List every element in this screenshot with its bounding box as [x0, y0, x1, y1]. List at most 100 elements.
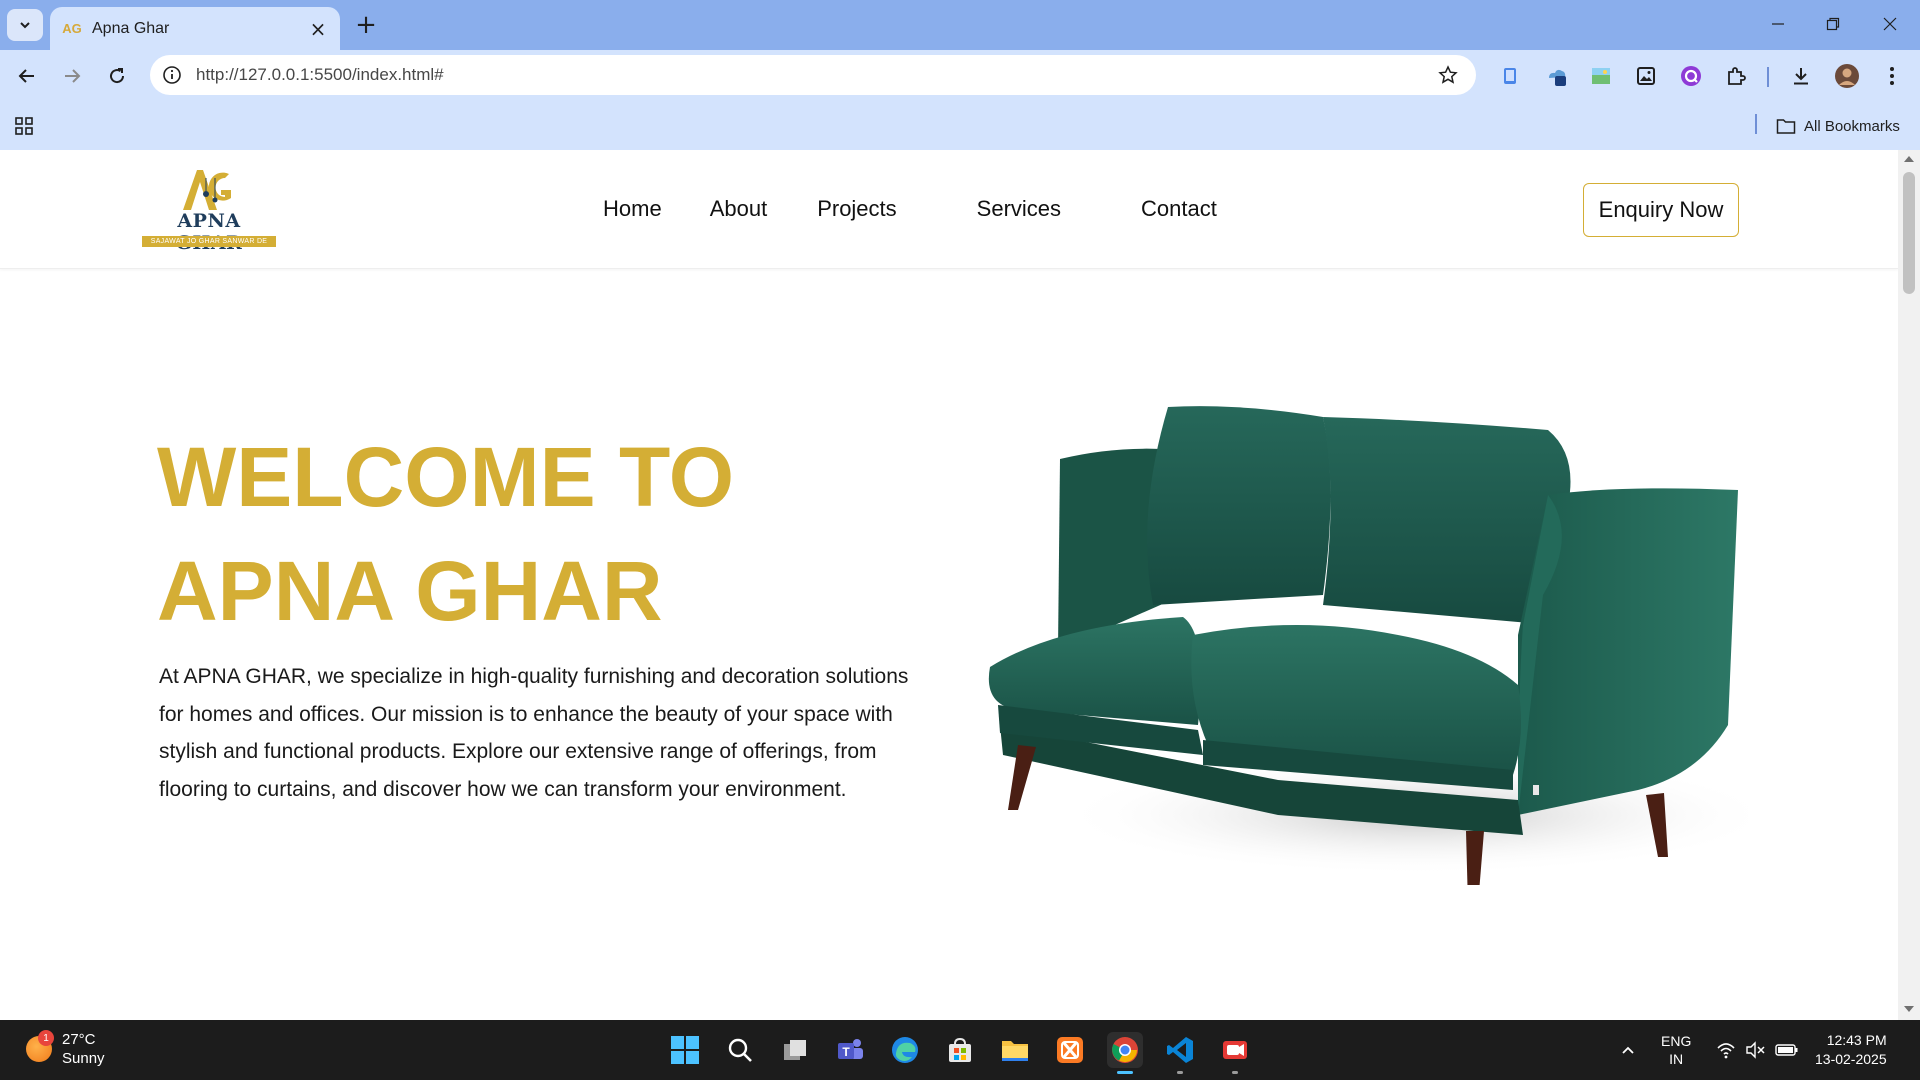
- bookmark-star-icon[interactable]: [1434, 61, 1462, 89]
- windows-logo-icon: [671, 1036, 699, 1064]
- hero-paragraph: At APNA GHAR, we specialize in high-qual…: [159, 665, 909, 801]
- nav-link-contact[interactable]: Contact: [1141, 196, 1217, 222]
- close-tab-icon[interactable]: ×: [308, 17, 328, 41]
- reload-button[interactable]: [100, 59, 134, 93]
- extension-purple-q-icon[interactable]: [1677, 62, 1705, 90]
- nav-link-about[interactable]: About: [710, 196, 768, 222]
- main-navigation: Home About Projects Services Contact: [603, 196, 1217, 222]
- svg-text:T: T: [842, 1045, 850, 1059]
- tab-search-button[interactable]: [7, 9, 43, 41]
- site-logo[interactable]: APNA GHAR SAJAWAT JO GHAR SANWAR DE: [141, 164, 277, 254]
- file-explorer-app[interactable]: [997, 1032, 1033, 1068]
- logo-name: APNA GHAR: [176, 210, 242, 254]
- sofa-image: [988, 406, 1748, 885]
- store-app[interactable]: [942, 1032, 978, 1068]
- extension-image-icon[interactable]: [1587, 62, 1615, 90]
- battery-icon[interactable]: [1775, 1020, 1799, 1080]
- hero-title: WELCOME TO APNA GHAR: [157, 420, 734, 648]
- language-indicator[interactable]: ENG IN: [1661, 1020, 1691, 1080]
- edge-icon: [892, 1037, 918, 1063]
- bookmarks-bar: All Bookmarks: [0, 100, 1920, 150]
- language-code: ENG: [1661, 1033, 1692, 1049]
- store-icon: [949, 1037, 971, 1062]
- favicon-icon: AG: [62, 21, 82, 36]
- xampp-app[interactable]: [1052, 1032, 1088, 1068]
- scroll-down-arrow-icon[interactable]: [1904, 1006, 1914, 1012]
- show-hidden-icons-button[interactable]: [1620, 1020, 1636, 1080]
- chevron-up-icon: [1622, 1046, 1634, 1054]
- running-app-indicator: [1177, 1071, 1183, 1074]
- search-icon: [728, 1038, 752, 1062]
- extension-cloud-icon[interactable]: [1543, 62, 1571, 90]
- weather-widget[interactable]: 1 27°C Sunny: [26, 1030, 105, 1068]
- extension-photo-icon[interactable]: [1632, 62, 1660, 90]
- task-view-icon: [784, 1040, 806, 1060]
- bookmarks-divider: [1755, 114, 1757, 134]
- page-scrollbar[interactable]: [1898, 150, 1920, 1020]
- extension-phone-icon[interactable]: [1496, 62, 1524, 90]
- nav-link-services[interactable]: Services: [977, 196, 1061, 222]
- logo-monogram-icon: [183, 170, 231, 210]
- downloads-icon[interactable]: [1787, 62, 1815, 90]
- clock-date: 13-02-2025: [1815, 1051, 1887, 1067]
- all-bookmarks-label: All Bookmarks: [1804, 117, 1900, 135]
- extensions-puzzle-icon[interactable]: [1722, 62, 1750, 90]
- teams-icon: T: [838, 1039, 863, 1059]
- active-app-indicator: [1117, 1071, 1133, 1074]
- scrollbar-thumb[interactable]: [1903, 172, 1915, 294]
- volume-muted-icon[interactable]: [1745, 1020, 1765, 1080]
- weather-desc: Sunny: [62, 1050, 105, 1067]
- start-button[interactable]: [667, 1032, 703, 1068]
- url-text[interactable]: http://127.0.0.1:5500/index.html#: [196, 65, 1434, 85]
- screen-recorder-app[interactable]: [1217, 1032, 1253, 1074]
- apps-grid-icon[interactable]: [12, 114, 36, 138]
- wifi-icon[interactable]: [1716, 1020, 1736, 1080]
- teams-app[interactable]: T: [832, 1032, 868, 1068]
- arrow-right-icon: [65, 69, 81, 83]
- task-view-button[interactable]: [777, 1032, 813, 1068]
- clock-time: 12:43 PM: [1826, 1032, 1887, 1048]
- sun-icon: 1: [26, 1030, 54, 1062]
- chrome-icon: [1112, 1037, 1138, 1063]
- nav-link-home[interactable]: Home: [603, 196, 662, 222]
- restore-button[interactable]: [1815, 8, 1851, 40]
- scroll-up-arrow-icon[interactable]: [1904, 156, 1914, 162]
- profile-avatar[interactable]: [1833, 62, 1861, 90]
- vscode-icon: [1167, 1037, 1193, 1063]
- site-info-icon[interactable]: [160, 63, 184, 87]
- browser-titlebar: AG Apna Ghar × +: [0, 0, 1920, 50]
- close-window-button[interactable]: [1872, 8, 1908, 40]
- folder-icon: [1776, 119, 1796, 134]
- hero-title-line2: APNA GHAR: [157, 544, 663, 638]
- windows-taskbar: 1 27°C Sunny T ENG IN 12:43 PM 13-02-202…: [0, 1020, 1920, 1080]
- chevron-down-icon: [20, 22, 30, 29]
- edge-app[interactable]: [887, 1032, 923, 1068]
- running-app-indicator: [1232, 1071, 1238, 1074]
- site-header: APNA GHAR SAJAWAT JO GHAR SANWAR DE Home…: [0, 150, 1898, 269]
- nav-link-projects[interactable]: Projects: [817, 196, 896, 222]
- new-tab-button[interactable]: +: [352, 10, 380, 40]
- vscode-app[interactable]: [1162, 1032, 1198, 1074]
- back-button[interactable]: [10, 59, 44, 93]
- minimize-button[interactable]: [1760, 8, 1796, 40]
- address-bar[interactable]: http://127.0.0.1:5500/index.html#: [150, 55, 1476, 95]
- chrome-app[interactable]: [1107, 1032, 1143, 1074]
- recorder-icon: [1223, 1041, 1247, 1059]
- tab-title: Apna Ghar: [92, 19, 170, 37]
- minimize-icon: [1772, 23, 1784, 25]
- system-clock[interactable]: 12:43 PM 13-02-2025: [1815, 1020, 1887, 1080]
- weather-temp: 27°C: [62, 1031, 96, 1048]
- language-region: IN: [1669, 1051, 1684, 1067]
- more-menu-icon[interactable]: [1878, 62, 1906, 90]
- restore-icon: [1826, 17, 1840, 31]
- browser-tab-active[interactable]: AG Apna Ghar ×: [50, 7, 340, 50]
- search-button[interactable]: [722, 1032, 758, 1068]
- page-viewport: APNA GHAR SAJAWAT JO GHAR SANWAR DE Home…: [0, 150, 1898, 1020]
- enquiry-now-button[interactable]: Enquiry Now: [1583, 183, 1739, 237]
- folder-icon: [1002, 1041, 1028, 1061]
- browser-toolbar: http://127.0.0.1:5500/index.html#: [0, 50, 1920, 100]
- all-bookmarks-button[interactable]: All Bookmarks: [1776, 114, 1900, 138]
- forward-button[interactable]: [55, 59, 89, 93]
- reload-icon: [110, 68, 125, 84]
- xampp-icon: [1057, 1037, 1083, 1063]
